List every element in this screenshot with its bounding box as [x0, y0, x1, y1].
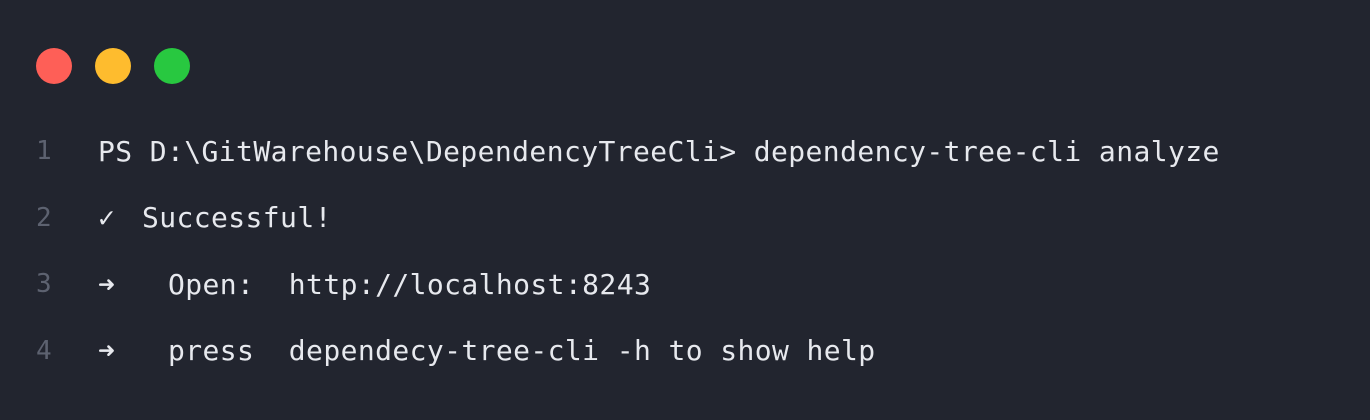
terminal-line: 1 PS D:\GitWarehouse\DependencyTreeCli> … [0, 118, 1370, 185]
open-url-text: Open: http://localhost:8243 [168, 267, 652, 301]
line-number: 1 [36, 136, 52, 167]
window-controls [36, 48, 190, 84]
arrow-right-icon: ➜ [98, 267, 115, 301]
line-number: 3 [36, 269, 52, 300]
command-text: PS D:\GitWarehouse\DependencyTreeCli> de… [98, 134, 1220, 168]
terminal-output[interactable]: 1 PS D:\GitWarehouse\DependencyTreeCli> … [0, 118, 1370, 384]
close-button[interactable] [36, 48, 72, 84]
help-text: press dependecy-tree-cli -h to show help [168, 334, 876, 368]
terminal-window: 1 PS D:\GitWarehouse\DependencyTreeCli> … [0, 0, 1370, 420]
minimize-button[interactable] [95, 48, 131, 84]
terminal-line: 4 ➜ press dependecy-tree-cli -h to show … [0, 318, 1370, 385]
check-icon: ✓ [98, 201, 115, 235]
line-number: 4 [36, 335, 52, 366]
arrow-right-icon: ➜ [98, 334, 115, 368]
terminal-line: 2 ✓ Successful! [0, 185, 1370, 252]
success-text: Successful! [142, 201, 332, 235]
line-number: 2 [36, 202, 52, 233]
terminal-line: 3 ➜ Open: http://localhost:8243 [0, 251, 1370, 318]
maximize-button[interactable] [154, 48, 190, 84]
